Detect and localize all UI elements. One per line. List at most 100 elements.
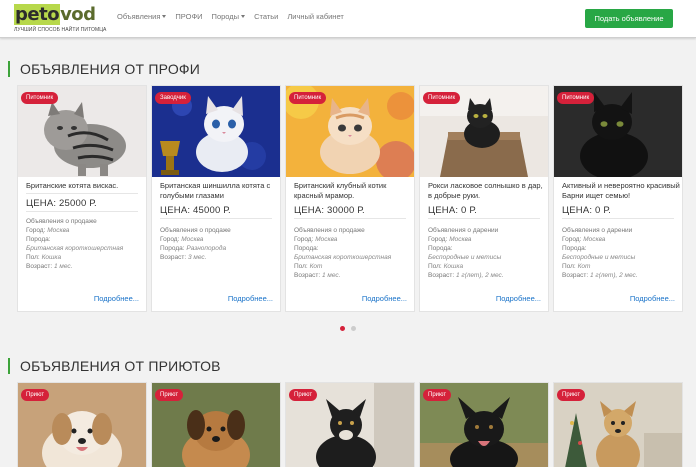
listing-type: Объявления о продаже (26, 218, 97, 225)
listing-sex-row: Пол: Кошка (428, 262, 548, 271)
listing-breed-label: Порода: (428, 245, 453, 252)
badge-nursery: Питомник (557, 92, 595, 104)
listing-card[interactable]: Приют (151, 382, 281, 467)
top-navbar: petovod ЛУЧШИЙ СПОСОБ НАЙТИ ПИТОМЦА Объя… (0, 0, 696, 38)
listing-photo[interactable]: Приют (286, 383, 414, 467)
nav-item-articles[interactable]: Статьи (254, 12, 278, 21)
listing-breed: Беспородные и метисы (562, 254, 636, 261)
logo-word-b: vod (60, 4, 96, 25)
divider (294, 218, 406, 219)
more-link[interactable]: Подробнее... (496, 294, 541, 303)
listing-card[interactable]: Приют (419, 382, 549, 467)
city-value: Москва (47, 227, 70, 234)
listing-details: Объявления о продаже Город: Москва Пород… (294, 226, 414, 280)
listing-type: Объявления о продаже (160, 227, 231, 234)
city-label: Город: (428, 236, 448, 243)
listing-photo[interactable]: Питомник (18, 86, 146, 177)
listing-card[interactable]: Заводчик Британская шиншилла котята с го… (151, 85, 281, 312)
listing-city-row: Город: Москва (562, 235, 682, 244)
listing-city-row: Город: Москва (428, 235, 548, 244)
nav-item-account[interactable]: Личный кабинет (287, 12, 343, 21)
nav-label: ПРОФИ (175, 12, 203, 21)
listing-card[interactable]: Питомник Британский клубный котик красны… (285, 85, 415, 312)
city-label: Город: (294, 236, 314, 243)
sex-label: Пол: (428, 263, 442, 270)
listing-age-row: Возраст: 1 мес. (26, 262, 146, 271)
age-label: Возраст: (428, 272, 455, 279)
listing-breed-label: Порода: (26, 236, 51, 243)
site-logo[interactable]: petovod ЛУЧШИЙ СПОСОБ НАЙТИ ПИТОМЦА (14, 4, 107, 35)
listing-breed: Британская короткошерстная (294, 254, 392, 261)
add-listing-button[interactable]: Подать объявление (585, 9, 673, 28)
sex-value: Кот (577, 263, 591, 270)
badge-shelter: Приют (289, 389, 318, 401)
listing-photo[interactable]: Питомник (286, 86, 414, 177)
listing-city-row: Город: Москва (294, 235, 414, 244)
listing-card[interactable]: Питомник Рокси ласковое солнышко в дар, … (419, 85, 549, 312)
divider (26, 193, 138, 194)
badge-nursery: Питомник (289, 92, 327, 104)
listing-card[interactable]: Приют (17, 382, 147, 467)
sex-value: Кот (309, 263, 323, 270)
listing-card[interactable]: Питомник Британские котята вискас. ЦЕНА:… (17, 85, 147, 312)
listing-breed: Британская короткошерстная (26, 245, 124, 252)
listing-photo[interactable]: Приют (18, 383, 146, 467)
main-nav: Объявления ПРОФИ Породы Статьи Личный ка… (117, 12, 353, 21)
listing-title[interactable]: Рокси ласковое солнышко в дар, в добрые … (428, 181, 546, 201)
badge-shelter: Приют (21, 389, 50, 401)
more-link[interactable]: Подробнее... (228, 294, 273, 303)
nav-label: Породы (211, 12, 240, 21)
nav-item-ads[interactable]: Объявления (117, 12, 167, 21)
listing-title[interactable]: Британские котята вискас. (26, 181, 144, 191)
listing-title[interactable]: Британский клубный котик красный мрамор. (294, 181, 412, 201)
listing-type: Объявления о дарении (428, 227, 499, 234)
nav-item-pro[interactable]: ПРОФИ (175, 12, 202, 21)
age-label: Возраст: (294, 272, 321, 279)
listing-card[interactable]: Приют (553, 382, 683, 467)
age-value: 1 г(лет), 2 мес. (589, 272, 638, 279)
listing-type: Объявления о дарении (562, 227, 633, 234)
age-label: Возраст: (562, 272, 589, 279)
nav-item-breeds[interactable]: Породы (212, 12, 246, 21)
listing-breed-row: Порода: Разнопорода (160, 244, 280, 253)
listing-age-row: Возраст: 1 г(лет), 2 мес. (428, 271, 548, 280)
sex-value: Кошка (443, 263, 464, 270)
listing-price: ЦЕНА: 0 Р. (562, 205, 611, 216)
badge-breeder: Заводчик (155, 92, 191, 104)
divider (160, 218, 272, 219)
city-value: Москва (181, 236, 204, 243)
breed-label: Порода: (160, 245, 185, 252)
logo-tagline: ЛУЧШИЙ СПОСОБ НАЙТИ ПИТОМЦА (14, 27, 107, 33)
listing-age-row: Возраст: 1 г(лет), 2 мес. (562, 271, 682, 280)
listing-card[interactable]: Питомник Активный и невероятно красивый … (553, 85, 683, 312)
more-link[interactable]: Подробнее... (94, 294, 139, 303)
listing-photo[interactable]: Приют (152, 383, 280, 467)
listing-card[interactable]: Приют (285, 382, 415, 467)
listing-photo[interactable]: Приют (554, 383, 682, 467)
listing-age-row: Возраст: 1 мес. (294, 271, 414, 280)
city-value: Москва (315, 236, 338, 243)
nav-label: Статьи (254, 12, 279, 21)
more-link[interactable]: Подробнее... (630, 294, 675, 303)
listing-photo[interactable]: Заводчик (152, 86, 280, 177)
listing-price: ЦЕНА: 25000 Р. (26, 198, 97, 209)
listing-photo[interactable]: Питомник (420, 86, 548, 177)
listing-photo[interactable]: Питомник (554, 86, 682, 177)
carousel-dot-1[interactable] (340, 326, 345, 331)
listing-details: Объявления о продаже Город: Москва Пород… (160, 226, 280, 262)
nav-label: Личный кабинет (287, 12, 344, 21)
age-value: 1 мес. (53, 263, 73, 270)
listing-breed-label: Порода: (562, 245, 587, 252)
divider (428, 218, 540, 219)
city-value: Москва (583, 236, 606, 243)
listing-title[interactable]: Британская шиншилла котята с голубыми гл… (160, 181, 278, 201)
section-title-pro: ОБЪЯВЛЕНИЯ ОТ ПРОФИ (8, 61, 200, 77)
listing-breed-label: Порода: (294, 245, 319, 252)
listing-sex-row: Пол: Кот (562, 262, 682, 271)
listing-title[interactable]: Активный и невероятно красивый Барни ище… (562, 181, 680, 201)
carousel-dot-2[interactable] (351, 326, 356, 331)
divider (562, 218, 674, 219)
more-link[interactable]: Подробнее... (362, 294, 407, 303)
listing-photo[interactable]: Приют (420, 383, 548, 467)
listing-type: Объявления о продаже (294, 227, 365, 234)
